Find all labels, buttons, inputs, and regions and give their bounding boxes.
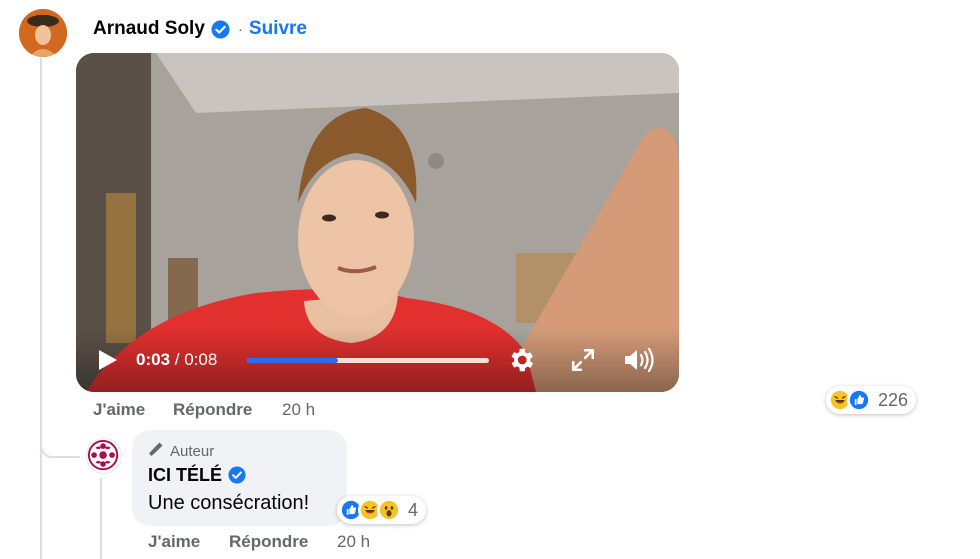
post-header: Arnaud Soly · Suivre (93, 17, 307, 41)
comment-author-name[interactable]: ICI TÉLÉ (148, 465, 222, 486)
comment-header: ICI TÉLÉ (148, 465, 247, 486)
comment-actions: J'aime Répondre 20 h (148, 532, 370, 552)
reaction-count: 4 (408, 499, 419, 520)
thread-line (40, 58, 42, 559)
play-icon[interactable] (96, 349, 118, 371)
video-time: 0:03 / 0:08 (136, 350, 217, 370)
reply-thread-line (100, 478, 102, 559)
microphone-icon (148, 441, 164, 461)
follow-button[interactable]: Suivre (249, 18, 307, 40)
author-badge: Auteur (148, 441, 214, 461)
separator-dot: · (237, 20, 243, 38)
author-badge-label: Auteur (170, 442, 215, 460)
verified-badge-icon (228, 466, 247, 485)
video-progress-bar[interactable] (247, 358, 489, 363)
video-progress-fill (247, 358, 338, 363)
commenter-avatar[interactable] (86, 438, 122, 474)
verified-badge-icon (211, 19, 230, 39)
current-time: 0:03 (136, 350, 171, 369)
comment-reactions[interactable]: 4 (337, 496, 427, 524)
time-separator: / (174, 350, 180, 369)
like-button[interactable]: J'aime (93, 400, 173, 420)
comment-like-button[interactable]: J'aime (148, 532, 229, 552)
video-player[interactable]: 0:03 / 0:08 (76, 53, 679, 392)
video-duration: 0:08 (184, 350, 218, 369)
comment-reply-button[interactable]: Répondre (229, 532, 337, 552)
comment-text: Une consécration! (148, 492, 310, 514)
fullscreen-icon[interactable] (570, 347, 596, 373)
post-reactions[interactable]: 226 (826, 386, 917, 414)
reaction-count: 226 (878, 389, 909, 410)
author-avatar[interactable] (19, 9, 67, 57)
volume-icon[interactable] (622, 345, 654, 375)
wow-icon (377, 498, 401, 522)
reply-button[interactable]: Répondre (173, 400, 282, 420)
gear-icon[interactable] (506, 345, 536, 375)
post-timestamp[interactable]: 20 h (282, 400, 315, 420)
author-name[interactable]: Arnaud Soly (93, 18, 205, 40)
like-icon (847, 388, 871, 412)
comment-timestamp[interactable]: 20 h (337, 532, 370, 552)
post-actions: J'aime Répondre 20 h (93, 400, 315, 420)
thread-branch-line (40, 436, 80, 458)
